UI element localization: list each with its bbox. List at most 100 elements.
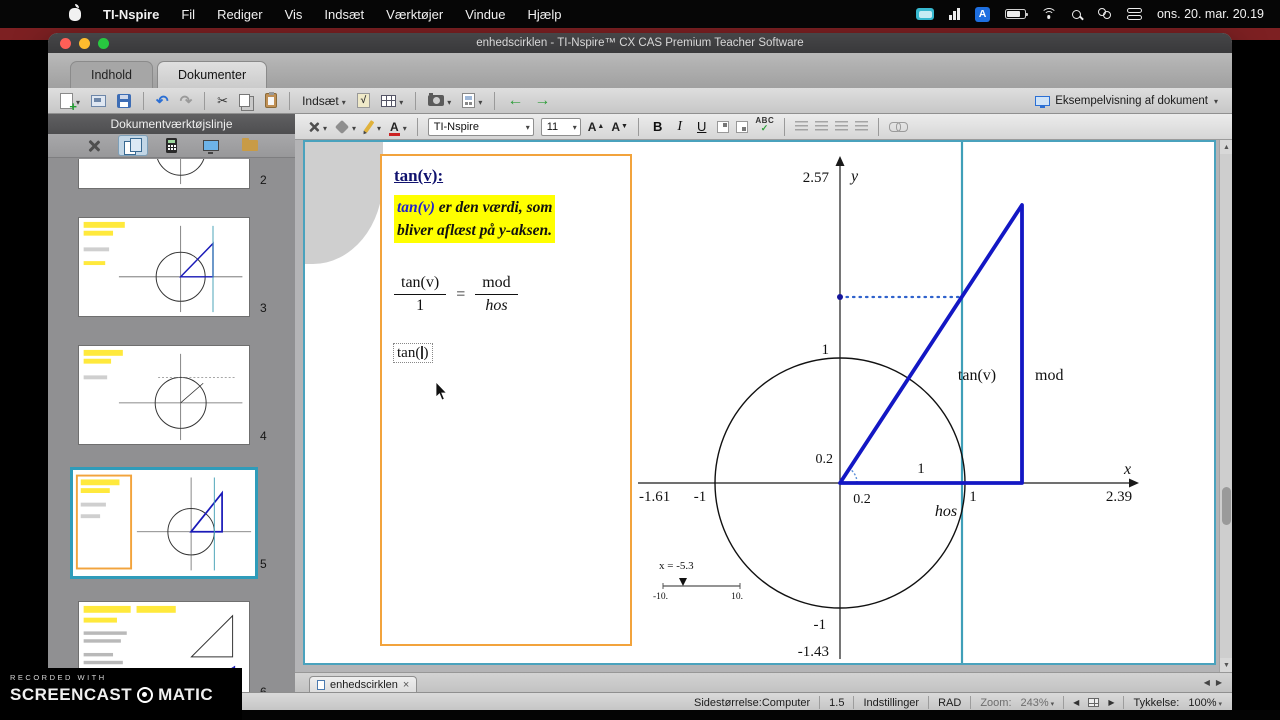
cut-button[interactable] [215, 90, 230, 112]
navigate-back-button[interactable] [505, 90, 525, 112]
document-page[interactable]: tan(v): tan(v) er den værdi, som bliver a… [303, 140, 1216, 665]
screen-recording-icon[interactable] [916, 8, 935, 20]
page-thumbnail-2[interactable] [78, 159, 250, 189]
copy-button[interactable] [237, 90, 256, 112]
align-justify-button[interactable] [855, 117, 869, 137]
screenshot-button[interactable] [426, 90, 453, 112]
handheld-button[interactable] [157, 135, 187, 156]
menubar-clock[interactable]: ons. 20. mar. 20.19 [1157, 7, 1264, 21]
table-button[interactable] [379, 90, 405, 112]
redo-button[interactable] [178, 90, 195, 112]
page-thumbnail-4[interactable] [78, 345, 250, 445]
spotlight-search-icon[interactable] [1071, 9, 1081, 19]
entry-close: ) [423, 345, 429, 361]
underline-button[interactable]: U [693, 117, 710, 137]
undo-button[interactable] [154, 90, 171, 112]
italic-button[interactable]: I [673, 117, 686, 137]
align-left-button[interactable] [795, 117, 809, 137]
math-entry-line[interactable]: tan() [393, 343, 618, 363]
hyperlink-button[interactable] [889, 117, 909, 137]
apple-menu[interactable] [58, 0, 92, 28]
content-browser-button[interactable] [235, 135, 265, 156]
increase-font-button[interactable]: A ▲ [588, 117, 605, 137]
navigate-forward-button[interactable] [532, 90, 552, 112]
battery-icon[interactable] [1004, 9, 1028, 19]
superscript-button[interactable] [717, 117, 730, 137]
insert-dropdown[interactable]: Indsæt [300, 90, 348, 112]
page-sorter-button[interactable] [117, 135, 148, 156]
menu-app-name[interactable]: TI-Nspire [92, 0, 170, 28]
scroll-up-button[interactable]: ▲ [1220, 140, 1232, 154]
tangent-triangle[interactable] [838, 203, 1024, 485]
page-grid-icon[interactable] [1088, 698, 1100, 707]
font-family-select[interactable]: TI-Nspire [427, 117, 534, 136]
entry-box[interactable]: tan() [393, 343, 433, 363]
font-size-select[interactable]: 11 [540, 117, 581, 136]
document-preview-dropdown[interactable]: Eksempelvisning af dokument [1035, 95, 1222, 108]
unit-circle-graph[interactable]: 2.57 y 1 0.2 -1 -1.43 -1.61 -1 0.2 1 2.3… [633, 142, 1216, 663]
tab-indhold[interactable]: Indhold [70, 61, 154, 88]
angle-slider[interactable]: x = -5.3 -10. 10. [653, 560, 743, 602]
save-button[interactable] [115, 90, 133, 112]
previous-page-button[interactable]: ◀ [1073, 698, 1079, 707]
page-thumbnail-3[interactable] [78, 217, 250, 317]
toolbar-separator [289, 91, 291, 110]
menu-vindue[interactable]: Vindue [454, 0, 516, 28]
document-tools-button[interactable] [307, 117, 327, 137]
window-titlebar[interactable]: enhedscirklen - TI-Nspire™ CX CAS Premiu… [48, 33, 1232, 53]
settings-button[interactable]: Indstillinger [863, 697, 919, 709]
angle-mode-status[interactable]: RAD [938, 697, 961, 709]
close-window-button[interactable] [60, 38, 71, 49]
x-one-label: 1 [969, 489, 977, 505]
menu-fil[interactable]: Fil [170, 0, 206, 28]
application-button[interactable] [460, 90, 484, 112]
bold-button[interactable]: B [649, 117, 666, 137]
input-source-icon[interactable]: A [974, 6, 990, 22]
menu-rediger[interactable]: Rediger [206, 0, 274, 28]
paint-bucket-icon [334, 119, 350, 134]
screen-view-button[interactable] [196, 135, 226, 156]
tab-scroll-right-button[interactable]: ▶ [1216, 678, 1222, 687]
zoom-select[interactable]: 243% [1021, 697, 1055, 709]
stats-icon[interactable] [949, 8, 960, 20]
notes-textbox[interactable]: tan(v): tan(v) er den værdi, som bliver a… [380, 154, 632, 646]
align-center-button[interactable] [815, 117, 829, 137]
spell-check-button[interactable]: ABC ✓ [755, 116, 774, 137]
zoom-window-button[interactable] [98, 38, 109, 49]
line-width-status[interactable]: 1.5 [829, 697, 844, 709]
thickness-select[interactable]: 100% [1188, 697, 1222, 709]
math-template-button[interactable] [355, 90, 373, 112]
align-right-button[interactable] [835, 117, 849, 137]
slider-handle[interactable] [679, 578, 687, 586]
fast-user-switch-icon[interactable] [1096, 8, 1112, 20]
tab-dokumenter[interactable]: Dokumenter [157, 61, 268, 88]
paste-button[interactable] [263, 90, 279, 112]
toolbar-separator [415, 91, 417, 110]
next-page-button[interactable]: ▶ [1108, 698, 1114, 707]
open-document-button[interactable] [89, 90, 108, 112]
y-axis-point[interactable] [837, 294, 843, 300]
minimize-window-button[interactable] [79, 38, 90, 49]
vertical-scrollbar[interactable]: ▲ ▼ [1219, 140, 1232, 672]
decrease-font-button[interactable]: A ▼ [611, 117, 628, 137]
fill-color-button[interactable] [334, 117, 356, 137]
new-document-button[interactable] [58, 90, 82, 114]
page-thumbnail-5-selected[interactable] [70, 467, 258, 579]
page-size-status[interactable]: Sidestørrelse:Computer [694, 697, 810, 709]
menu-hjaelp[interactable]: Hjælp [516, 0, 572, 28]
subscript-button[interactable] [736, 117, 749, 137]
menu-vis[interactable]: Vis [274, 0, 314, 28]
scroll-down-button[interactable]: ▼ [1220, 658, 1232, 672]
menu-vaerktoejer[interactable]: Værktøjer [375, 0, 454, 28]
document-tab-enhedscirklen[interactable]: enhedscirklen × [309, 675, 418, 693]
scrollbar-thumb[interactable] [1221, 487, 1231, 525]
tools-palette-button[interactable] [79, 135, 109, 156]
wifi-icon[interactable] [1040, 8, 1057, 20]
close-tab-button[interactable]: × [403, 679, 409, 691]
tab-scroll-left-button[interactable]: ◀ [1204, 678, 1210, 687]
control-center-icon[interactable] [1126, 8, 1142, 20]
menu-indsaet[interactable]: Indsæt [313, 0, 375, 28]
chevron-down-icon [398, 94, 403, 108]
pen-button[interactable] [363, 117, 381, 137]
font-color-button[interactable] [388, 117, 407, 137]
